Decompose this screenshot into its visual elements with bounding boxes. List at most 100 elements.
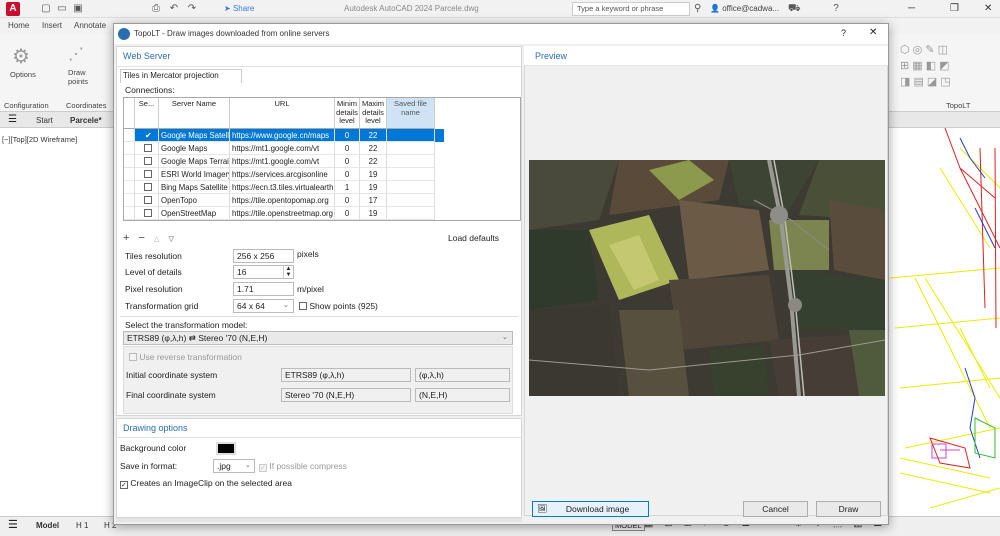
undo-icon[interactable]: ↶ <box>168 3 180 15</box>
cancel-button[interactable]: Cancel <box>743 501 808 517</box>
column-header-select[interactable]: Se... <box>135 98 159 129</box>
compress-box[interactable]: ✓ <box>259 464 267 472</box>
draw-button[interactable]: Draw <box>816 501 881 517</box>
row-header-cell[interactable] <box>124 194 135 207</box>
close-window-button[interactable]: ✕ <box>984 3 992 14</box>
cell-max[interactable]: 17 <box>360 194 387 207</box>
help-icon[interactable]: ? <box>830 3 842 15</box>
select-checkbox[interactable] <box>135 181 159 194</box>
checkbox-box[interactable] <box>144 196 152 204</box>
maximize-button[interactable]: ❐ <box>950 3 959 14</box>
select-checkbox[interactable] <box>135 168 159 181</box>
save-icon[interactable]: ▣ <box>72 3 84 15</box>
connections-table[interactable]: Se... Server Name URL Minim details leve… <box>123 97 521 221</box>
dialog-close-button[interactable]: ✕ <box>869 27 877 38</box>
column-header-server-name[interactable]: Server Name <box>159 98 230 129</box>
checkbox-box[interactable] <box>144 209 152 217</box>
row-header-cell[interactable] <box>124 129 135 142</box>
cell-saved[interactable] <box>387 142 435 155</box>
checkbox-box[interactable] <box>144 144 152 152</box>
transformation-grid-select[interactable]: 64 x 64 ⌄ <box>233 299 294 313</box>
table-row[interactable]: Bing Maps Satellite https://ecn.t3.tiles.… <box>124 181 444 194</box>
cell-min[interactable]: 0 <box>335 194 360 207</box>
cell-name[interactable]: Google Maps Satellite <box>159 129 230 142</box>
cell-max[interactable]: 19 <box>360 181 387 194</box>
cell-min[interactable]: 0 <box>335 142 360 155</box>
binoculars-icon[interactable]: ⚲ <box>694 3 701 14</box>
new-file-icon[interactable]: ▢ <box>40 3 52 15</box>
cell-url[interactable]: https://tile.opentopomap.org <box>230 194 335 207</box>
cell-saved[interactable] <box>387 181 435 194</box>
cell-saved[interactable] <box>387 155 435 168</box>
cell-saved[interactable] <box>387 207 435 220</box>
file-tab-start[interactable]: Start <box>36 116 53 125</box>
cell-name[interactable]: OpenTopo <box>159 194 230 207</box>
cell-max[interactable]: 19 <box>360 207 387 220</box>
ribbon-tab-home[interactable]: Home <box>8 21 29 30</box>
cell-min[interactable]: 0 <box>335 207 360 220</box>
minimize-button[interactable]: ─ <box>908 3 915 14</box>
ribbon-tool-icons[interactable]: ⬡ ◎ ✎ ◫ ⊞ ▦ ◧ ◩ ◨ ▤ ◪ ◳ <box>900 42 990 92</box>
level-details-stepper[interactable]: 16 ▲ ▼ <box>233 265 294 279</box>
cell-url[interactable]: https://services.arcgisonline <box>230 168 335 181</box>
cell-name[interactable]: ESRI World Imagery <box>159 168 230 181</box>
move-up-button[interactable]: △ <box>154 236 159 243</box>
gear-icon[interactable]: ⚙ <box>12 44 30 69</box>
imageclip-checkbox[interactable]: ✓ Creates an ImageClip on the selected a… <box>120 478 292 489</box>
tiles-resolution-field[interactable]: 256 x 256 <box>233 249 294 263</box>
pixel-resolution-field[interactable]: 1.71 <box>233 282 294 296</box>
menu-icon[interactable]: ☰ <box>8 114 17 125</box>
cell-name[interactable]: Bing Maps Satellite <box>159 181 230 194</box>
cell-min[interactable]: 0 <box>335 168 360 181</box>
imageclip-box[interactable]: ✓ <box>120 481 128 489</box>
add-row-button[interactable]: + <box>123 232 129 244</box>
column-header-url[interactable]: URL <box>230 98 335 129</box>
cell-max[interactable]: 19 <box>360 168 387 181</box>
table-row[interactable]: OpenStreetMap https://tile.openstreetmap.… <box>124 207 444 220</box>
horizontal-scrollbar[interactable] <box>116 518 522 522</box>
cell-url[interactable]: https://mt1.google.com/vt <box>230 142 335 155</box>
move-down-button[interactable]: ▽ <box>168 236 173 243</box>
transformation-model-select[interactable]: ETRS89 (φ,λ,h) ⇄ Stereo '70 (N,E,H) ⌄ <box>123 331 513 345</box>
checkmark-icon[interactable]: ✔ <box>145 131 153 140</box>
options-label[interactable]: Options <box>10 70 36 79</box>
cell-saved[interactable] <box>387 129 435 142</box>
select-checkbox[interactable]: ✔ <box>135 129 159 142</box>
save-format-select[interactable]: .jpg ⌄ <box>213 459 255 473</box>
cell-saved[interactable] <box>387 194 435 207</box>
cell-url[interactable]: https://www.google.cn/maps <box>230 129 335 142</box>
cart-icon[interactable]: ⛟ <box>788 3 801 15</box>
search-input[interactable]: Type a keyword or phrase <box>572 2 690 16</box>
checkbox-box[interactable] <box>144 183 152 191</box>
draw-points-label[interactable]: Draw points <box>68 68 98 86</box>
layout-menu-icon[interactable]: ☰ <box>8 518 18 531</box>
show-points-checkbox[interactable]: Show points (925) <box>299 301 378 311</box>
checkbox-box[interactable] <box>144 170 152 178</box>
viewport-label[interactable]: [−][Top][2D Wireframe] <box>2 135 77 144</box>
row-header-cell[interactable] <box>124 142 135 155</box>
column-header-max-level[interactable]: Maxim details level <box>360 98 387 129</box>
row-header-cell[interactable] <box>124 207 135 220</box>
select-checkbox[interactable] <box>135 194 159 207</box>
compress-checkbox[interactable]: ✓ If possible compress <box>259 461 347 472</box>
show-points-box[interactable] <box>299 302 307 310</box>
reverse-transformation-checkbox[interactable]: Use reverse transformation <box>129 352 242 362</box>
print-icon[interactable]: ⎙ <box>150 3 162 15</box>
cell-url[interactable]: https://ecn.t3.tiles.virtualearth <box>230 181 335 194</box>
user-account[interactable]: 👤 office@cadwa... <box>710 4 779 13</box>
status-tab-model[interactable]: Model <box>36 521 59 530</box>
cell-max[interactable]: 22 <box>360 155 387 168</box>
table-row[interactable]: Google Maps Terrain https://mt1.google.co… <box>124 155 444 168</box>
ribbon-tab-annotate[interactable]: Annotate <box>74 21 106 30</box>
table-row[interactable]: Google Maps https://mt1.google.com/vt 0 22 <box>124 142 444 155</box>
reverse-transformation-box[interactable] <box>129 353 137 361</box>
select-checkbox[interactable] <box>135 207 159 220</box>
column-header-min-level[interactable]: Minim details level <box>335 98 360 129</box>
dialog-help-button[interactable]: ? <box>841 28 846 38</box>
select-checkbox[interactable] <box>135 155 159 168</box>
cell-url[interactable]: https://tile.openstreetmap.org <box>230 207 335 220</box>
remove-row-button[interactable]: − <box>139 232 145 244</box>
row-header-cell[interactable] <box>124 168 135 181</box>
checkbox-box[interactable] <box>144 157 152 165</box>
cell-name[interactable]: Google Maps Terrain <box>159 155 230 168</box>
